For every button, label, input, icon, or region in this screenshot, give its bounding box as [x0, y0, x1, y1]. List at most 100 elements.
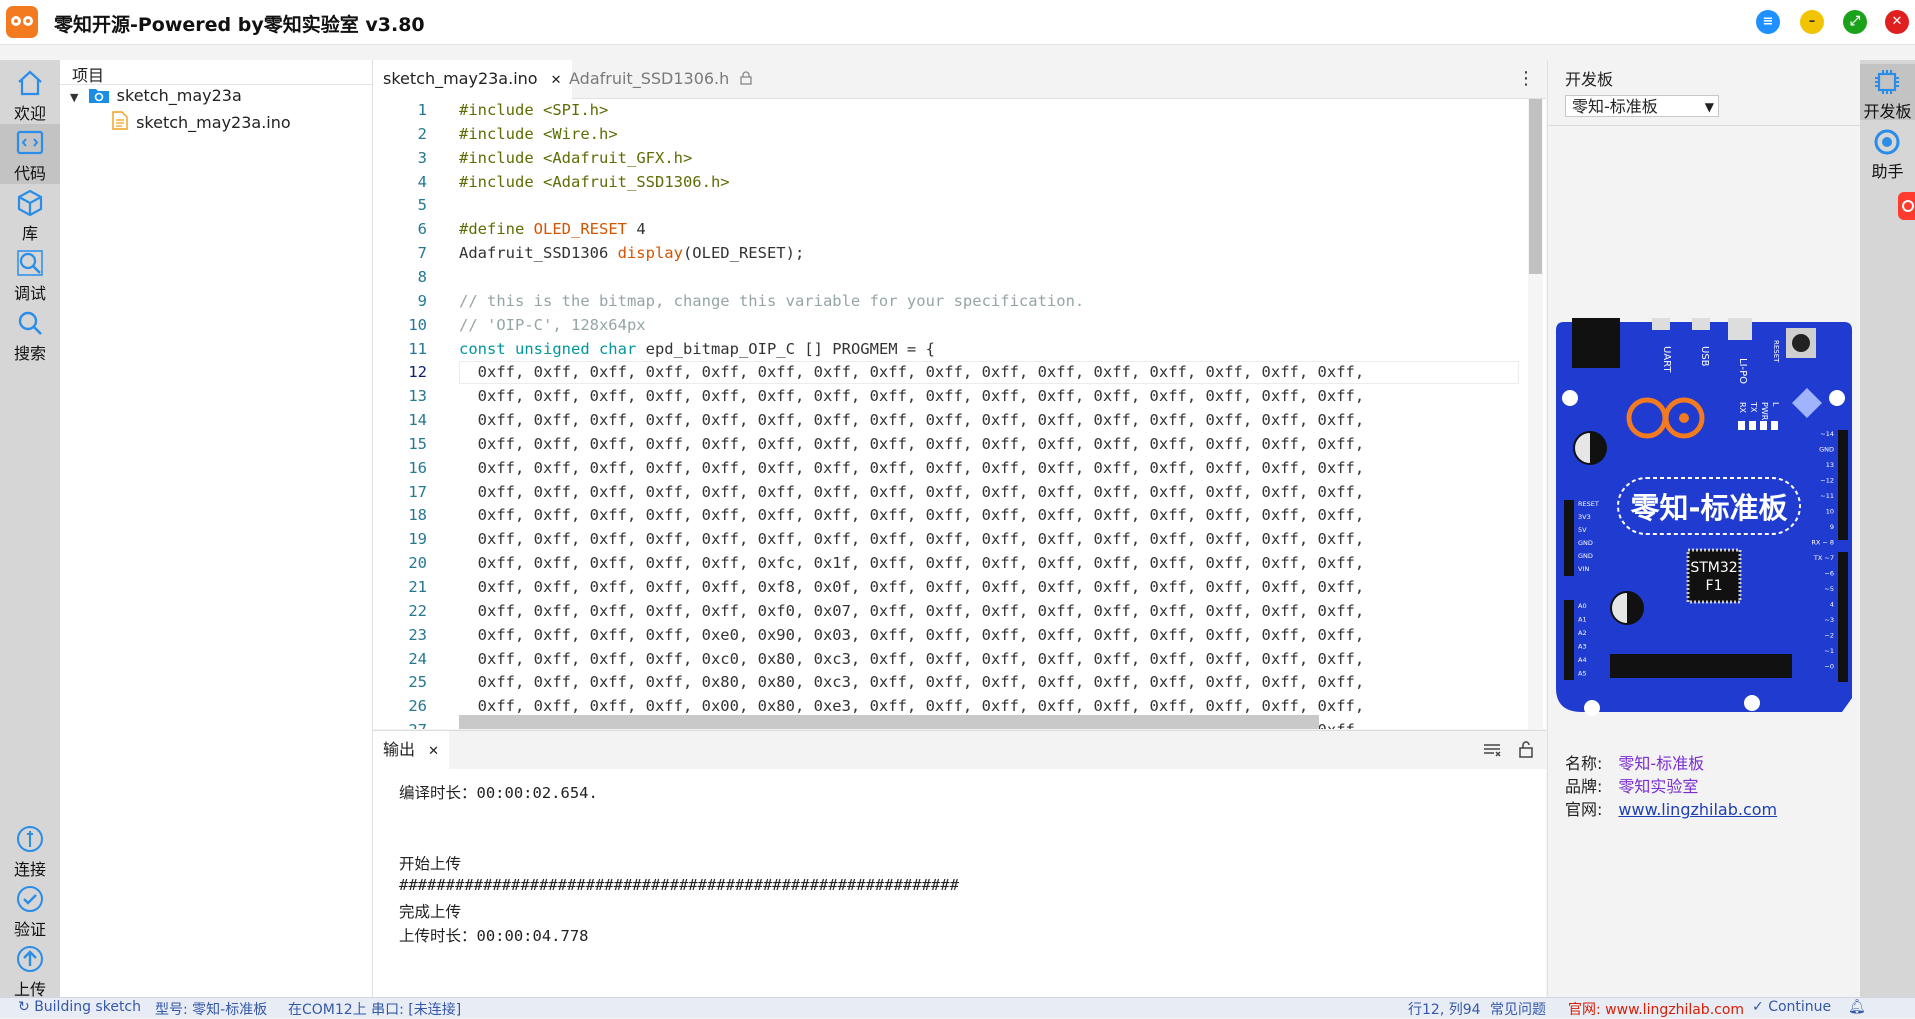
mount-hole	[1562, 390, 1578, 406]
board-label-lipo: LI-PO	[1737, 358, 1748, 384]
unlock-icon[interactable]	[1519, 741, 1533, 758]
line-number: 10	[408, 315, 427, 334]
code-line[interactable]: 0xff, 0xff, 0xff, 0xff, 0xc0, 0x80, 0xc3…	[459, 650, 1365, 668]
activity-upload[interactable]: 上传	[0, 940, 60, 1000]
code-icon	[16, 130, 44, 155]
pin-label: GND	[1578, 539, 1593, 547]
rightbar-assistant[interactable]: 助手	[1860, 124, 1915, 181]
tab-adafruit-header[interactable]: Adafruit_SSD1306.h	[559, 60, 762, 98]
pin-label: ~5	[1824, 585, 1834, 593]
search-icon	[18, 311, 42, 335]
code-line[interactable]: 0xff, 0xff, 0xff, 0xff, 0xff, 0xf0, 0x07…	[459, 602, 1365, 620]
led	[1760, 421, 1767, 430]
status-port[interactable]: 在COM12上 串口: [未连接]	[288, 999, 461, 1019]
line-number: 24	[408, 649, 427, 668]
code-line[interactable]: #define OLED_RESET 4	[459, 220, 646, 238]
code-line[interactable]: 0xff, 0xff, 0xff, 0xff, 0xff, 0xff, 0xff…	[459, 411, 1365, 429]
pin-label: GND	[1578, 552, 1593, 560]
code-line[interactable]: #include <Wire.h>	[459, 125, 618, 143]
activity-welcome[interactable]: 欢迎	[0, 64, 60, 124]
code-line[interactable]: 0xff, 0xff, 0xff, 0xff, 0xff, 0xff, 0xff…	[459, 506, 1365, 524]
pin-label: ~11	[1820, 492, 1834, 500]
chevron-down-icon[interactable]: ▼	[70, 91, 78, 104]
code-line[interactable]: #include <SPI.h>	[459, 101, 608, 119]
code-line[interactable]: #include <Adafruit_SSD1306.h>	[459, 173, 730, 191]
line-number: 23	[408, 625, 427, 644]
mount-hole	[1829, 390, 1845, 406]
maximize-button[interactable]: ⤢	[1843, 10, 1867, 34]
tree-file-row[interactable]: sketch_may23a.ino	[112, 111, 291, 132]
line-number: 11	[408, 339, 427, 358]
output-line: 开始上传	[399, 855, 462, 874]
code-editor[interactable]: 1 2 3 4 5 6 7 8 9 10 11 12 13 14 15 16 17 18 19 20 21 22 23 24 2…	[373, 99, 1546, 729]
info-value: 零知-标准板	[1618, 754, 1705, 773]
pin-label: TX ~7	[1813, 554, 1834, 562]
board-select[interactable]: 零知-标准板 ▼	[1565, 95, 1719, 117]
rightbar-board[interactable]: 开发板	[1860, 64, 1915, 121]
board-info-website[interactable]: 官网: www.lingzhilab.com	[1565, 796, 1777, 820]
debug-magnifier-icon	[17, 250, 43, 276]
pin-label: 4	[1830, 601, 1834, 609]
code-line[interactable]: 0xff, 0xff, 0xff, 0xff, 0xff, 0xff, 0xff…	[459, 459, 1365, 477]
board-select-value: 零知-标准板	[1572, 97, 1658, 116]
bell-icon[interactable]: 🔔︎	[1848, 999, 1866, 1015]
connect-icon	[17, 826, 43, 852]
status-position[interactable]: 行12, 列94	[1408, 999, 1481, 1019]
code-line[interactable]: const unsigned char epd_bitmap_OIP_C [] …	[459, 340, 935, 358]
status-website[interactable]: 官网: www.lingzhilab.com	[1568, 999, 1744, 1019]
chip-text: STM32	[1690, 560, 1737, 576]
status-faq[interactable]: 常见问题	[1490, 999, 1546, 1019]
code-line[interactable]: Adafruit_SSD1306 display(OLED_RESET);	[459, 244, 804, 262]
website-link[interactable]: www.lingzhilab.com	[1618, 800, 1777, 819]
code-line[interactable]: 0xff, 0xff, 0xff, 0xff, 0xff, 0xff, 0xff…	[459, 363, 1365, 381]
activity-label: 连接	[13, 860, 46, 879]
line-number: 6	[417, 220, 427, 239]
ai-assistant-tab[interactable]	[1898, 192, 1915, 220]
output-line: 上传时长：00:00:04.778	[399, 926, 589, 945]
output-panel[interactable]: 编译时长：00:00:02.654. 开始上传 ##################…	[373, 769, 1546, 997]
activity-debug[interactable]: 调试	[0, 244, 60, 304]
status-model[interactable]: 型号: 零知-标准板	[155, 999, 267, 1019]
board-image: UART USB LI-PO RESET PWR TX RX L 零知-标准板 …	[1556, 318, 1852, 716]
app-logo-icon	[6, 6, 38, 38]
code-line[interactable]: 0xff, 0xff, 0xff, 0xff, 0xff, 0xff, 0xff…	[459, 483, 1365, 501]
activity-search[interactable]: 搜索	[0, 304, 60, 364]
code-line[interactable]: 0xff, 0xff, 0xff, 0xff, 0xff, 0xfc, 0x1f…	[459, 554, 1365, 572]
pin-label: A1	[1578, 616, 1587, 624]
home-icon	[18, 70, 42, 96]
code-line[interactable]: // this is the bitmap, change this varia…	[459, 292, 1084, 310]
minimize-button[interactable]: –	[1800, 10, 1824, 34]
more-icon[interactable]: ⋮	[1517, 68, 1535, 89]
activity-code[interactable]: 代码	[0, 124, 60, 184]
code-line[interactable]: 0xff, 0xff, 0xff, 0xff, 0xff, 0xff, 0xff…	[459, 530, 1365, 548]
line-number: 14	[408, 411, 427, 430]
divider	[60, 84, 372, 85]
code-line[interactable]: 0xff, 0xff, 0xff, 0xff, 0xff, 0xf8, 0x0f…	[459, 578, 1365, 596]
line-number: 4	[417, 172, 427, 191]
tab-sketch[interactable]: sketch_may23a.ino ✕	[373, 60, 572, 100]
code-line[interactable]: 0xff, 0xff, 0xff, 0xff, 0xff, 0xff, 0xff…	[459, 435, 1365, 453]
activity-label: 调试	[13, 284, 46, 303]
upload-arrow-icon	[17, 946, 43, 972]
clear-output-icon[interactable]	[1483, 743, 1501, 757]
folder-name: sketch_may23a	[116, 86, 242, 105]
code-line[interactable]: // 'OIP-C', 128x64px	[459, 316, 646, 334]
code-line[interactable]: 0xff, 0xff, 0xff, 0xff, 0xe0, 0x90, 0x03…	[459, 626, 1365, 644]
activity-library[interactable]: 库	[0, 184, 60, 244]
code-line[interactable]: 0xff, 0xff, 0xff, 0xff, 0xff, 0xff, 0xff…	[459, 387, 1365, 405]
code-line[interactable]: 0xff, 0xff, 0xff, 0xff, 0x00, 0x80, 0xe3…	[459, 697, 1365, 715]
close-button[interactable]: ✕	[1885, 10, 1909, 34]
code-line[interactable]: #include <Adafruit_GFX.h>	[459, 149, 692, 167]
ai-icon	[1902, 200, 1914, 212]
activity-verify[interactable]: 验证	[0, 880, 60, 940]
tab-output[interactable]: 输出 ✕	[373, 731, 450, 771]
status-continue[interactable]: ✓ Continue	[1752, 999, 1831, 1015]
scrollbar-thumb[interactable]	[1529, 99, 1542, 274]
tree-folder-row[interactable]: ▼ sketch_may23a	[70, 86, 242, 105]
line-number: 13	[408, 387, 427, 406]
close-icon[interactable]: ✕	[428, 744, 439, 759]
menu-icon[interactable]: ≡	[1756, 10, 1780, 34]
code-line[interactable]: 0xff, 0xff, 0xff, 0xff, 0x80, 0x80, 0xc3…	[459, 673, 1365, 691]
activity-connect[interactable]: 连接	[0, 820, 60, 880]
led	[1771, 421, 1778, 430]
